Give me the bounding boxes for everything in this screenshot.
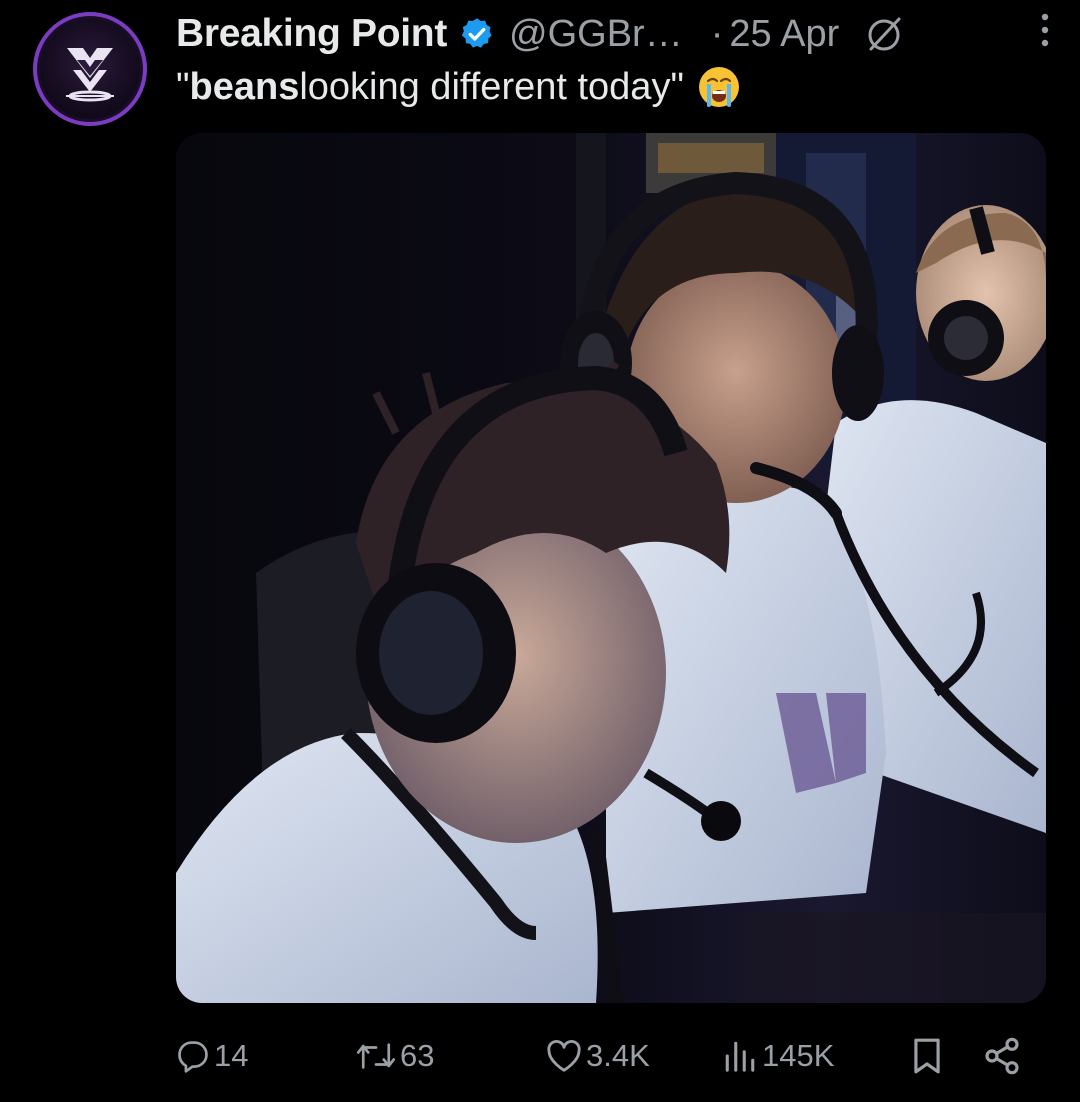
tweet-media-photo[interactable]	[176, 133, 1046, 1003]
tweet-action-bar: 14 63 3.4K 145K	[176, 1030, 1046, 1082]
bookmark-button[interactable]	[910, 1030, 948, 1082]
retweet-icon	[356, 1043, 396, 1069]
share-icon	[985, 1037, 1019, 1075]
views-count: 145K	[762, 1038, 835, 1073]
tweet-quote-open: "	[176, 65, 190, 108]
verified-badge-icon	[461, 18, 492, 48]
like-count: 3.4K	[586, 1038, 650, 1073]
author-display-name[interactable]: Breaking Point	[176, 12, 447, 56]
retweet-button[interactable]: 63	[356, 1030, 434, 1082]
author-handle[interactable]: @GGBr…	[509, 13, 683, 56]
reply-count: 14	[214, 1038, 249, 1073]
reply-icon	[178, 1041, 208, 1073]
bookmark-icon	[914, 1038, 940, 1074]
breaking-point-logo-icon	[66, 48, 114, 102]
heart-icon	[547, 1039, 581, 1072]
loudly-crying-face-emoji	[698, 67, 739, 107]
tweet-rest: looking different today"	[299, 65, 684, 108]
tweet-date[interactable]: 25 Apr	[729, 13, 839, 56]
photo-icon	[176, 133, 1046, 1003]
views-button[interactable]: 145K	[722, 1030, 834, 1082]
retweet-count: 63	[400, 1038, 435, 1073]
meta-separator: ·	[710, 12, 724, 55]
tweet-text: " beans looking different today"	[176, 64, 742, 110]
tweet-header: Breaking Point @GGBr… · 25 Apr	[176, 8, 1064, 60]
like-button[interactable]: 3.4K	[546, 1030, 650, 1082]
more-vertical-icon[interactable]	[1038, 10, 1052, 50]
share-button[interactable]	[982, 1030, 1026, 1082]
edited-slash-icon	[868, 17, 901, 51]
reply-button[interactable]: 14	[176, 1030, 248, 1082]
views-bar-chart-icon	[725, 1041, 755, 1072]
avatar[interactable]	[33, 12, 147, 126]
tweet-bold-word: beans	[189, 65, 300, 108]
